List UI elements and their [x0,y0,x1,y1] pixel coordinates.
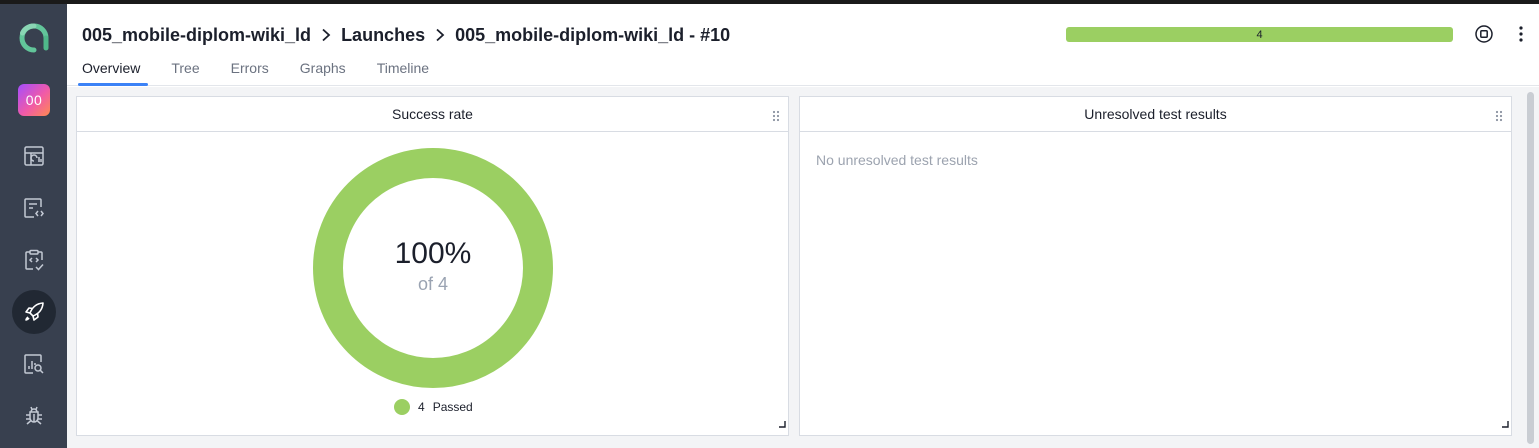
tab-bar: Overview Tree Errors Graphs Timeline [78,58,456,86]
drag-handle-icon[interactable] [772,109,780,125]
analytics-icon[interactable] [12,342,56,386]
widget-title: Unresolved test results [1084,106,1227,122]
main-panel: 005_mobile-diplom-wiki_ld Launches 005_m… [67,4,1539,448]
tab-timeline[interactable]: Timeline [373,58,433,86]
success-rate-widget: Success rate 100% of 4 4 Passed [76,96,789,436]
legend-passed-count: 4 [418,400,425,414]
breadcrumb-project[interactable]: 005_mobile-diplom-wiki_ld [82,25,311,46]
success-rate-percent: 100% [394,237,472,270]
more-menu-button[interactable] [1510,23,1532,45]
vertical-scrollbar[interactable] [1527,92,1534,444]
breadcrumb-launch: 005_mobile-diplom-wiki_ld - #10 [455,24,731,45]
tab-graphs[interactable]: Graphs [296,58,350,86]
kebab-menu-icon [1519,26,1523,42]
unresolved-results-widget: Unresolved test results No unresolved te… [799,96,1512,436]
drag-handle-icon[interactable] [1495,109,1503,125]
success-rate-total: of 4 [417,274,449,294]
dashboard-area: Success rate 100% of 4 4 Passed Unresolv… [67,87,1539,448]
chevron-right-icon [321,28,331,42]
widget-header: Success rate [77,97,788,132]
stop-icon [1475,25,1493,43]
breadcrumb-launches[interactable]: Launches [341,25,425,46]
progress-label: 4 [1256,28,1263,41]
test-cases-icon[interactable] [12,186,56,230]
launches-icon[interactable] [12,290,56,334]
tab-errors[interactable]: Errors [227,58,273,86]
chevron-right-icon [435,28,445,42]
chart-legend: 4 Passed [394,399,473,415]
widget-header: Unresolved test results [800,97,1511,132]
widget-title: Success rate [392,106,473,122]
legend-passed-label: Passed [432,400,473,414]
page-header: 005_mobile-diplom-wiki_ld Launches 005_m… [67,4,1539,86]
test-plans-icon[interactable] [12,238,56,282]
tab-tree[interactable]: Tree [167,58,203,86]
success-rate-donut: 100% of 4 [313,148,553,388]
tab-overview[interactable]: Overview [78,58,149,86]
launch-progress-bar: 4 [1066,27,1453,42]
legend-passed-swatch [394,399,410,415]
resize-handle-icon[interactable] [778,415,786,433]
allure-logo-icon[interactable] [12,16,56,60]
resize-handle-icon[interactable] [1501,415,1509,433]
defects-icon[interactable] [12,394,56,438]
stop-launch-button[interactable] [1473,23,1495,45]
dashboards-icon[interactable] [12,134,56,178]
breadcrumb: 005_mobile-diplom-wiki_ld Launches 005_m… [82,23,730,47]
sidebar: 00 [0,4,67,448]
empty-state-text: No unresolved test results [816,152,978,168]
project-badge[interactable]: 00 [18,84,50,116]
